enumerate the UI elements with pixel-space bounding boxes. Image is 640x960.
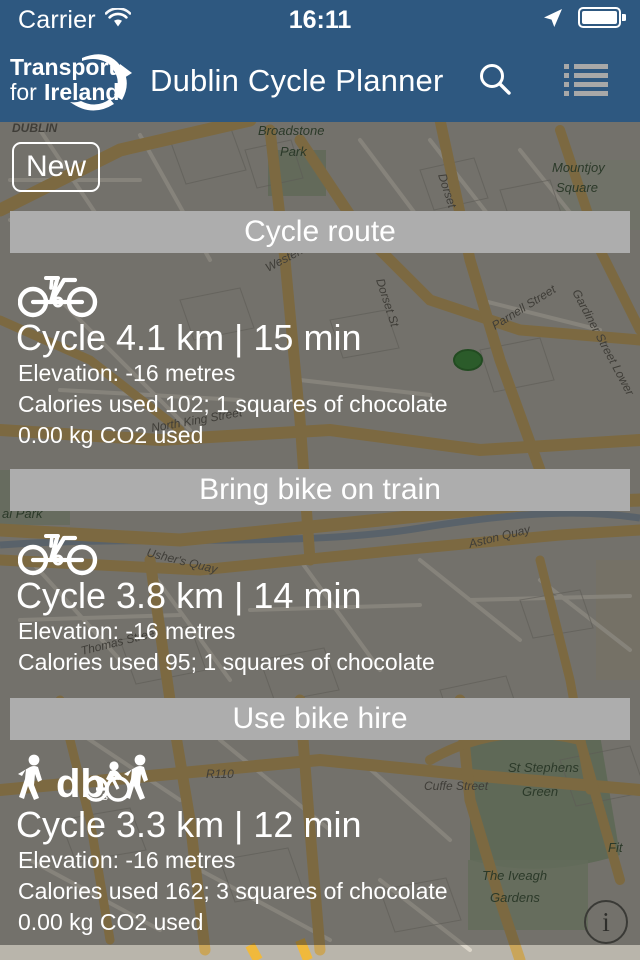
svg-text:Ireland: Ireland xyxy=(44,79,119,105)
list-menu-icon[interactable] xyxy=(564,62,608,101)
route-title: Cycle 3.8 km | 14 min xyxy=(16,575,362,616)
new-button-label: New xyxy=(25,150,86,183)
section-header-label: Use bike hire xyxy=(232,702,408,735)
route-elevation: Elevation: -16 metres xyxy=(18,847,236,874)
bicycle-icon xyxy=(18,264,640,318)
section-header-use-bike-hire[interactable]: Use bike hire xyxy=(10,698,630,740)
walk-dublinbikes-walk-icon: db s xyxy=(18,751,640,805)
route-calories: Calories used 95; 1 squares of chocolate xyxy=(18,649,435,676)
section-header-label: Bring bike on train xyxy=(199,473,441,506)
route-calories: Calories used 162; 3 squares of chocolat… xyxy=(18,878,448,905)
page-title: Dublin Cycle Planner xyxy=(150,63,444,98)
route-elevation: Elevation: -16 metres xyxy=(18,360,236,387)
bicycle-icon xyxy=(18,522,640,576)
svg-text:Square: Square xyxy=(556,180,598,195)
status-bar: Carrier 16:11 xyxy=(0,0,640,40)
transport-for-ireland-logo[interactable]: Transport for Ireland xyxy=(4,42,138,120)
route-co2: 0.00 kg CO2 used xyxy=(18,421,204,448)
section-header-bring-bike-on-train[interactable]: Bring bike on train xyxy=(10,469,630,511)
route-co2: 0.00 kg CO2 used xyxy=(18,908,204,935)
svg-text:Transport: Transport xyxy=(10,54,116,80)
svg-text:for: for xyxy=(10,79,37,105)
navigation-bar: Transport for Ireland Dublin Cycle Plann… xyxy=(0,40,640,122)
route-calories: Calories used 102; 1 squares of chocolat… xyxy=(18,391,448,418)
svg-text:Park: Park xyxy=(280,144,308,159)
svg-text:Broadstone: Broadstone xyxy=(258,123,325,138)
route-option-cycle[interactable]: Cycle 4.1 km | 15 min Elevation: -16 met… xyxy=(0,264,640,451)
route-highlight xyxy=(245,942,263,960)
search-icon[interactable] xyxy=(478,62,512,101)
info-button-label: i xyxy=(602,906,610,937)
section-header-label: Cycle route xyxy=(244,215,396,248)
status-time: 16:11 xyxy=(288,5,352,34)
svg-text:DUBLIN: DUBLIN xyxy=(12,121,58,135)
new-route-button[interactable]: New xyxy=(12,142,100,192)
section-header-cycle-route[interactable]: Cycle route xyxy=(10,211,630,253)
svg-text:Mountjoy: Mountjoy xyxy=(552,160,606,175)
map-info-button[interactable]: i xyxy=(584,900,628,944)
route-elevation: Elevation: -16 metres xyxy=(18,618,236,645)
route-title: Cycle 4.1 km | 15 min xyxy=(16,317,362,358)
route-option-train[interactable]: Cycle 3.8 km | 14 min Elevation: -16 met… xyxy=(0,522,640,678)
route-option-bike-hire[interactable]: db s Cycle 3.3 km | 12 min Elevation: -1… xyxy=(0,751,640,938)
route-title: Cycle 3.3 km | 12 min xyxy=(16,804,362,845)
